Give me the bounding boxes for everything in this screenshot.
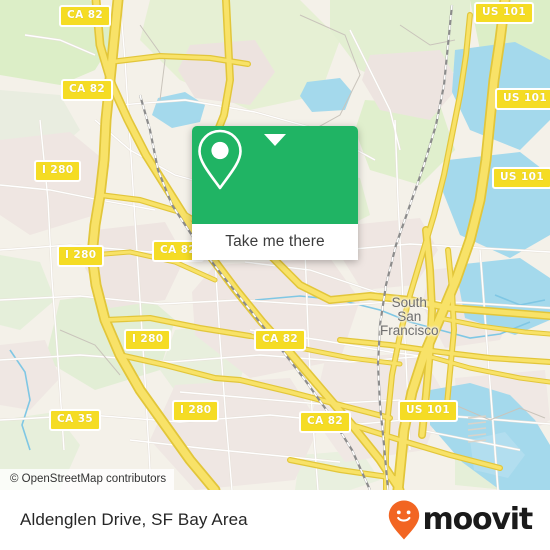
map-screenshot: CA 82 US 101 CA 82 US 101 I 280 US 101 CA 82 I … <box>0 0 550 550</box>
location-popup-card[interactable]: Take me there <box>192 126 358 260</box>
highway-shield: US 101 <box>495 88 550 110</box>
highway-shield: US 101 <box>398 400 459 422</box>
moovit-wordmark: moovit <box>422 502 534 537</box>
highway-shield: CA 82 <box>59 5 112 27</box>
osm-attribution[interactable]: © OpenStreetMap contributors <box>0 469 175 490</box>
highway-shield: I 280 <box>124 329 172 351</box>
highway-shield: I 280 <box>172 400 220 422</box>
highway-shield: CA 82 <box>299 411 352 433</box>
highway-shield: CA 35 <box>49 409 102 431</box>
map-canvas[interactable]: CA 82 US 101 CA 82 US 101 I 280 US 101 CA 82 I … <box>0 0 550 490</box>
highway-shield: US 101 <box>492 167 550 189</box>
highway-shield: I 280 <box>34 160 82 182</box>
moovit-smiley-pin-icon <box>388 500 419 540</box>
highway-shield: US 101 <box>474 2 535 24</box>
highway-shield: I 280 <box>57 245 105 267</box>
moovit-logo[interactable]: moovit <box>387 499 534 541</box>
take-me-there-button[interactable]: Take me there <box>192 224 358 260</box>
highway-shield: CA 82 <box>254 329 307 351</box>
page-title: Aldenglen Drive, SF Bay Area <box>20 510 248 529</box>
highway-shield: CA 82 <box>61 79 114 101</box>
city-label-line: Francisco <box>380 323 439 338</box>
map-pin-icon <box>198 129 242 190</box>
city-label-south-san-francisco: South San Francisco <box>380 296 439 338</box>
footer-bar: Aldenglen Drive, SF Bay Area moovit <box>0 490 550 550</box>
popup-tail-arrow <box>264 134 286 146</box>
city-label-line: South <box>391 295 427 310</box>
city-label-line: San <box>397 309 422 324</box>
